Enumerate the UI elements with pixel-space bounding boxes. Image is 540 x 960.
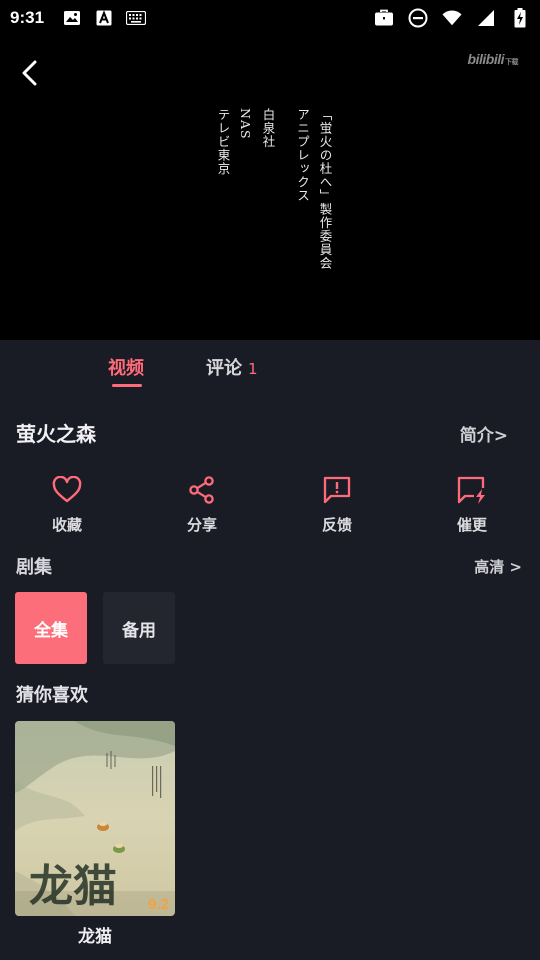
active-tab-indicator [112, 384, 142, 387]
comment-count: 1 [248, 360, 258, 378]
episodes-label: 剧集 [16, 557, 52, 578]
back-button[interactable] [14, 56, 48, 90]
remind-update-button[interactable]: 催更 [432, 472, 512, 535]
credit-line: NAS [238, 108, 253, 140]
wifi-icon [442, 8, 462, 28]
heart-icon [49, 472, 85, 508]
chevron-left-icon [22, 60, 37, 86]
share-button[interactable]: 分享 [162, 472, 242, 535]
recommend-label: 猜你喜欢 [16, 685, 88, 706]
credit-line: テレビ東京 [215, 108, 231, 176]
credit-line: 白泉社 [260, 108, 276, 149]
favorite-button[interactable]: 收藏 [27, 472, 107, 535]
image-icon [62, 8, 82, 28]
remind-update-icon [454, 472, 490, 508]
feedback-icon [319, 472, 355, 508]
signal-icon [476, 8, 496, 28]
detail-tabs: 视频 评论 1 [0, 340, 540, 394]
credit-line: 「蛍火の杜へ」製作委員会 [317, 108, 333, 270]
bilibili-watermark: bilibili下载 [467, 51, 519, 67]
video-player[interactable]: 9:31 bilibili下载 「蛍火の杜へ」製作委員会 アニプレックス 白泉社… [0, 0, 540, 340]
do-not-disturb-icon [408, 8, 428, 28]
intro-link[interactable]: 简介> [460, 421, 508, 446]
page-title: 萤火之森 [16, 422, 96, 446]
card-title: 龙猫 [78, 927, 112, 947]
rating-badge: 9.2 [148, 896, 169, 913]
work-briefcase-icon [374, 8, 394, 28]
status-bar: 9:31 [0, 0, 540, 36]
battery-charging-icon [510, 8, 530, 28]
poster-image: 龙猫 9.2 [15, 721, 175, 916]
tab-video[interactable]: 视频 [108, 354, 144, 380]
quality-selector[interactable]: 高清 > [474, 556, 522, 577]
feedback-button[interactable]: 反馈 [297, 472, 377, 535]
action-bar: 收藏 分享 反馈 催更 [0, 472, 540, 542]
episode-backup-button[interactable]: 备用 [103, 592, 175, 664]
text-a-icon [94, 8, 114, 28]
credit-line: アニプレックス [295, 108, 310, 203]
tab-comment[interactable]: 评论 1 [206, 354, 258, 380]
video-credits: 「蛍火の杜へ」製作委員会 アニプレックス 白泉社 NAS テレビ東京 [215, 108, 333, 278]
share-icon [184, 472, 220, 508]
status-time: 9:31 [10, 8, 45, 27]
recommend-card[interactable]: 龙猫 9.2 龙猫 [15, 721, 175, 947]
episode-all-button[interactable]: 全集 [15, 592, 87, 664]
keyboard-icon [126, 8, 147, 28]
